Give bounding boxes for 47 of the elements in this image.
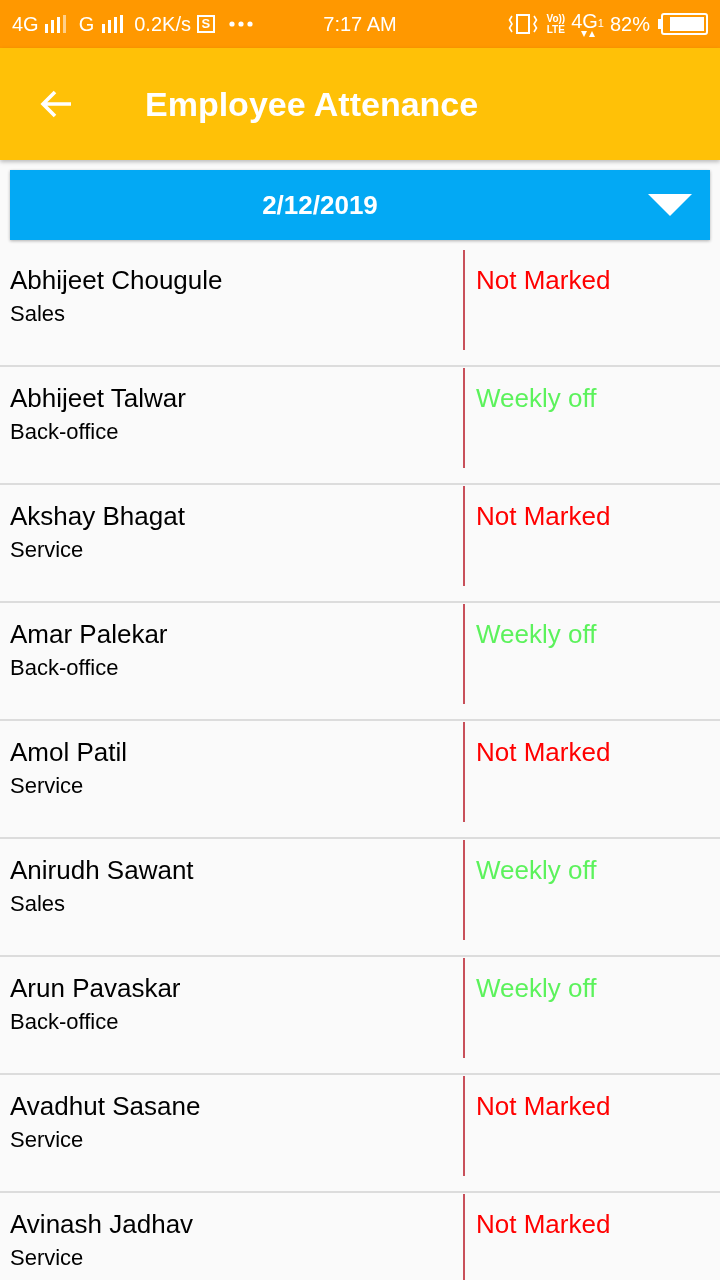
data-arrows-icon xyxy=(578,31,597,37)
employee-name: Arun Pavaskar xyxy=(10,973,181,1003)
signal-icon xyxy=(44,15,67,33)
caret-icon xyxy=(648,194,692,216)
clock-time: 7:17 AM xyxy=(323,12,397,36)
employee-department: Sales xyxy=(10,301,66,327)
attendance-status: Not Marked xyxy=(476,501,611,531)
back-arrow-icon xyxy=(39,89,73,119)
attendance-status: Weekly off xyxy=(476,383,597,413)
employee-department: Back-office xyxy=(10,419,119,445)
employee-department: Back-office xyxy=(10,1009,119,1035)
signal-icon xyxy=(102,15,125,33)
employee-department: Service xyxy=(10,1127,84,1153)
sim-number: 1 xyxy=(597,17,604,29)
employee-name: Amar Palekar xyxy=(10,619,168,649)
network-speed: 0.2K/s xyxy=(134,12,191,36)
network-label: 4G xyxy=(12,12,39,36)
more-dots-icon xyxy=(228,21,253,27)
employee-name: Anirudh Sawant xyxy=(10,855,194,885)
employee-department: Sales xyxy=(10,891,66,917)
employee-name: Abhijeet Talwar xyxy=(10,383,186,413)
employee-department: Back-office xyxy=(10,655,119,681)
attendance-status: Weekly off xyxy=(476,619,597,649)
attendance-status: Not Marked xyxy=(476,265,611,295)
vibrate-icon xyxy=(508,13,539,35)
network-label: G xyxy=(78,12,95,36)
employee-name: Avinash Jadhav xyxy=(10,1209,194,1239)
screen-title: Employee Attenance xyxy=(145,84,479,124)
battery-percent: 82% xyxy=(610,12,650,36)
date-dropdown[interactable]: 2/12/2019 xyxy=(10,170,710,240)
employee-name: Avadhut Sasane xyxy=(10,1091,201,1121)
volte-label: LTE xyxy=(546,24,565,35)
attendance-status: Not Marked xyxy=(476,1209,611,1239)
network-label: 4G xyxy=(571,11,598,31)
notification-badge: S xyxy=(196,15,215,33)
volte-label: Vo)) xyxy=(546,13,566,24)
attendance-status: Weekly off xyxy=(476,855,597,885)
attendance-status: Not Marked xyxy=(476,1091,611,1121)
employee-department: Service xyxy=(10,1245,84,1271)
employee-department: Service xyxy=(10,773,84,799)
employee-name: Akshay Bhagat xyxy=(10,501,185,531)
attendance-status: Weekly off xyxy=(476,973,597,1003)
battery-icon xyxy=(658,13,708,35)
employee-department: Service xyxy=(10,537,84,563)
employee-name: Abhijeet Chougule xyxy=(10,265,223,295)
attendance-status: Not Marked xyxy=(476,737,611,767)
employee-name: Amol Patil xyxy=(10,737,128,767)
